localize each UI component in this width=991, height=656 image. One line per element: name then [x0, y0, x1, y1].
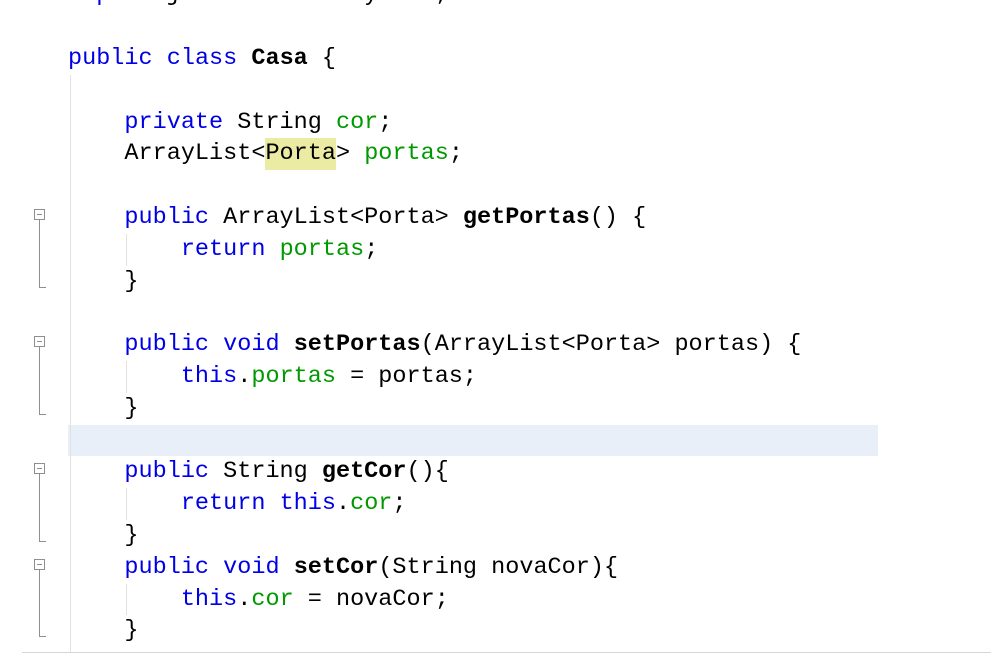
code-text-area[interactable]: import java.util.ArrayList; public class … [0, 0, 991, 652]
declaration-name-token: Casa [251, 45, 308, 72]
code-text-token: (String novaCor){ [378, 553, 619, 581]
code-line[interactable]: ArrayList<Porta> portas; [68, 138, 463, 171]
keyword-token: void [223, 331, 280, 359]
code-text-token: = novaCor; [293, 585, 449, 613]
keyword-token: return [180, 235, 266, 263]
highlighted-occurrence-token: Porta [265, 138, 336, 171]
declaration-name-token: setPortas [293, 331, 421, 359]
code-line[interactable]: public String getCor(){ [68, 456, 449, 488]
field-token: portas [251, 363, 336, 390]
keyword-token: private [124, 108, 224, 136]
code-text-token: } [124, 522, 139, 549]
code-text-token: } [124, 617, 139, 645]
keyword-token: this [180, 363, 238, 390]
code-text-token: String [209, 458, 322, 486]
code-line[interactable]: private String cor; [68, 107, 392, 139]
keyword-token: public [124, 204, 210, 231]
code-line[interactable]: this.cor = novaCor; [68, 584, 449, 616]
code-text-token: ArrayList< [124, 140, 266, 168]
code-line[interactable]: import java.util.ArrayList; [68, 0, 449, 11]
code-text-token: ; [392, 490, 407, 518]
keyword-token: this [279, 490, 336, 518]
keyword-token: this [180, 585, 238, 613]
code-text-token: . [237, 585, 252, 613]
code-text-token: . [237, 363, 252, 390]
code-line[interactable]: return this.cor; [68, 488, 407, 520]
code-text-token: ; [378, 108, 393, 136]
keyword-token: public [68, 45, 153, 72]
keyword-token: public [124, 553, 210, 581]
code-text-token: } [124, 267, 139, 295]
code-line[interactable]: } [68, 615, 139, 647]
code-text-token: String [223, 108, 336, 136]
editor-bottom-border [22, 652, 991, 653]
code-text-token: = portas; [335, 363, 478, 390]
field-token: cor [251, 585, 294, 613]
declaration-name-token: getPortas [462, 204, 590, 231]
code-line[interactable]: } [68, 266, 139, 298]
code-line[interactable]: public void setCor(String novaCor){ [68, 552, 618, 584]
code-text-token: (ArrayList<Porta> portas) { [420, 331, 802, 359]
code-text-token: () { [589, 204, 647, 231]
code-line[interactable]: this.portas = portas; [68, 361, 477, 393]
field-token: portas [364, 140, 449, 168]
code-line[interactable]: public void setPortas(ArrayList<Porta> p… [68, 329, 801, 361]
field-token: cor [350, 490, 393, 518]
code-text-token: > [335, 140, 365, 168]
field-token: portas [279, 235, 365, 263]
code-line[interactable]: return portas; [68, 234, 378, 266]
field-token: cor [335, 108, 379, 136]
code-line[interactable]: } [68, 393, 139, 425]
keyword-token: class [166, 45, 238, 72]
code-text-token: java.util.ArrayList; [153, 0, 449, 8]
code-line[interactable]: public ArrayList<Porta> getPortas() { [68, 202, 646, 234]
declaration-name-token: getCor [321, 458, 407, 486]
code-text-token: (){ [406, 458, 449, 486]
code-text-token: } [124, 394, 139, 422]
keyword-token: public [124, 458, 210, 486]
code-text-token: ; [364, 235, 379, 263]
keyword-token: void [223, 553, 280, 581]
code-line[interactable]: public class Casa { [68, 43, 336, 75]
code-text-token: ; [448, 140, 463, 168]
code-text-token: . [335, 490, 351, 518]
declaration-name-token: setCor [293, 553, 379, 581]
code-line[interactable]: } [68, 520, 139, 552]
keyword-token: import [68, 0, 153, 8]
code-editor[interactable]: import java.util.ArrayList; public class … [0, 0, 991, 652]
code-text-token: { [307, 45, 336, 72]
code-text-token: ArrayList<Porta> [209, 204, 463, 231]
keyword-token: return [180, 490, 266, 518]
keyword-token: public [124, 331, 210, 359]
